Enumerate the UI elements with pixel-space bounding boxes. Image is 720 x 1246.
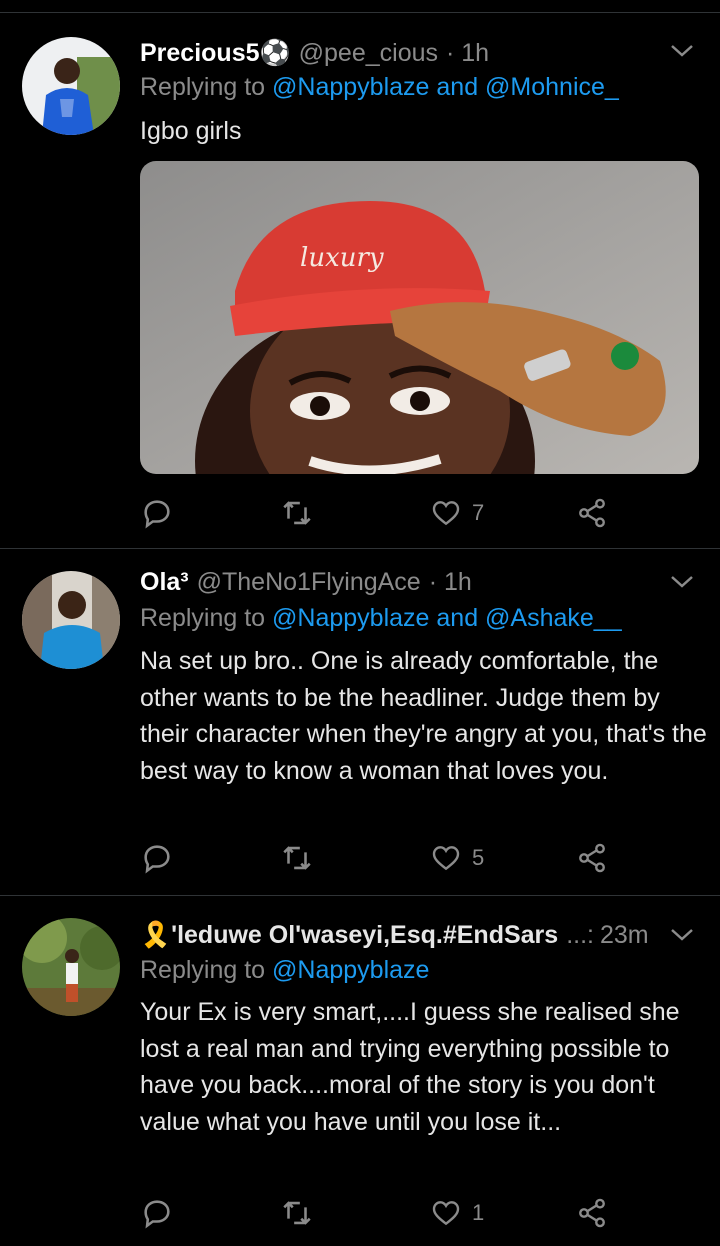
reply-icon (144, 845, 170, 874)
reply-mentions[interactable]: @Nappyblaze and @Ashake__ (272, 604, 622, 632)
timestamp[interactable]: · 1h (446, 39, 489, 68)
tweet-text: Igbo girls (140, 117, 242, 145)
reply-mentions[interactable]: @Nappyblaze and @Mohnice_ (272, 73, 619, 101)
reply-icon (144, 1200, 170, 1229)
reply-button[interactable] (140, 838, 174, 878)
share-icon (579, 1198, 605, 1228)
like-button[interactable]: 5 (430, 838, 484, 878)
like-count: 5 (472, 845, 485, 870)
cap-logo-text: luxury (300, 243, 384, 273)
share-button[interactable] (576, 1193, 608, 1233)
retweet-button[interactable] (280, 493, 314, 533)
tweet-media-image[interactable]: luxury (140, 161, 699, 474)
share-icon (579, 498, 605, 528)
replying-to: Replying to @Nappyblaze and @Mohnice_ (140, 73, 619, 102)
replying-prefix: Replying to (140, 604, 266, 632)
replying-to: Replying to @Nappyblaze and @Ashake__ (140, 604, 622, 633)
tweet-3[interactable]: 🎗️'leduwe Ol'waseyi,Esq.#EndSars ...: 23… (0, 896, 720, 1246)
reply-icon (144, 500, 170, 529)
tweet-text: Na set up bro.. One is already comfortab… (140, 647, 707, 785)
reply-mentions[interactable]: @Nappyblaze (272, 956, 429, 984)
retweet-button[interactable] (280, 838, 314, 878)
tweet-2[interactable]: Ola³ @TheNo1FlyingAce · 1h Replying to @… (0, 549, 720, 895)
retweet-icon (283, 846, 311, 870)
replying-to: Replying to @Nappyblaze (140, 956, 429, 985)
chevron-down-icon[interactable] (668, 924, 696, 944)
heart-icon (432, 501, 460, 526)
retweet-icon (283, 501, 311, 525)
like-button[interactable]: 1 (430, 1193, 484, 1233)
heart-icon (432, 846, 460, 871)
like-count: 7 (472, 500, 485, 525)
chevron-down-icon[interactable] (668, 571, 696, 591)
reply-button[interactable] (140, 493, 174, 533)
username[interactable]: ...: (566, 921, 594, 950)
chevron-down-icon[interactable] (668, 40, 696, 60)
like-count: 1 (472, 1200, 485, 1225)
tweet-header: Precious5⚽ @pee_cious · 1h (140, 36, 489, 70)
reply-button[interactable] (140, 1193, 174, 1233)
tweet-actions: 1 (140, 1193, 640, 1233)
share-button[interactable] (576, 493, 608, 533)
share-button[interactable] (576, 838, 608, 878)
timestamp[interactable]: · 1h (429, 568, 472, 597)
display-name[interactable]: Precious5⚽ (140, 39, 291, 68)
avatar[interactable] (22, 571, 120, 669)
heart-icon (432, 1201, 460, 1226)
tweet-1[interactable]: Precious5⚽ @pee_cious · 1h Replying to @… (0, 0, 720, 548)
avatar[interactable] (22, 918, 120, 1016)
tweet-actions: 5 (140, 838, 640, 878)
avatar[interactable] (22, 37, 120, 135)
timestamp[interactable]: 23m (600, 921, 649, 950)
retweet-icon (283, 1201, 311, 1225)
replying-prefix: Replying to (140, 73, 266, 101)
tweet-actions: 7 (140, 493, 640, 533)
share-icon (579, 843, 605, 873)
tweet-header: 🎗️'leduwe Ol'waseyi,Esq.#EndSars ...: 23… (140, 918, 649, 952)
tweet-header: Ola³ @TheNo1FlyingAce · 1h (140, 565, 472, 599)
tweet-text: Your Ex is very smart,....I guess she re… (140, 998, 680, 1136)
display-name[interactable]: 🎗️'leduwe Ol'waseyi,Esq.#EndSars (140, 921, 558, 950)
retweet-button[interactable] (280, 1193, 314, 1233)
display-name[interactable]: Ola³ (140, 568, 189, 597)
username[interactable]: @TheNo1FlyingAce (197, 568, 421, 597)
like-button[interactable]: 7 (430, 493, 484, 533)
replying-prefix: Replying to (140, 956, 266, 984)
username[interactable]: @pee_cious (299, 39, 438, 68)
